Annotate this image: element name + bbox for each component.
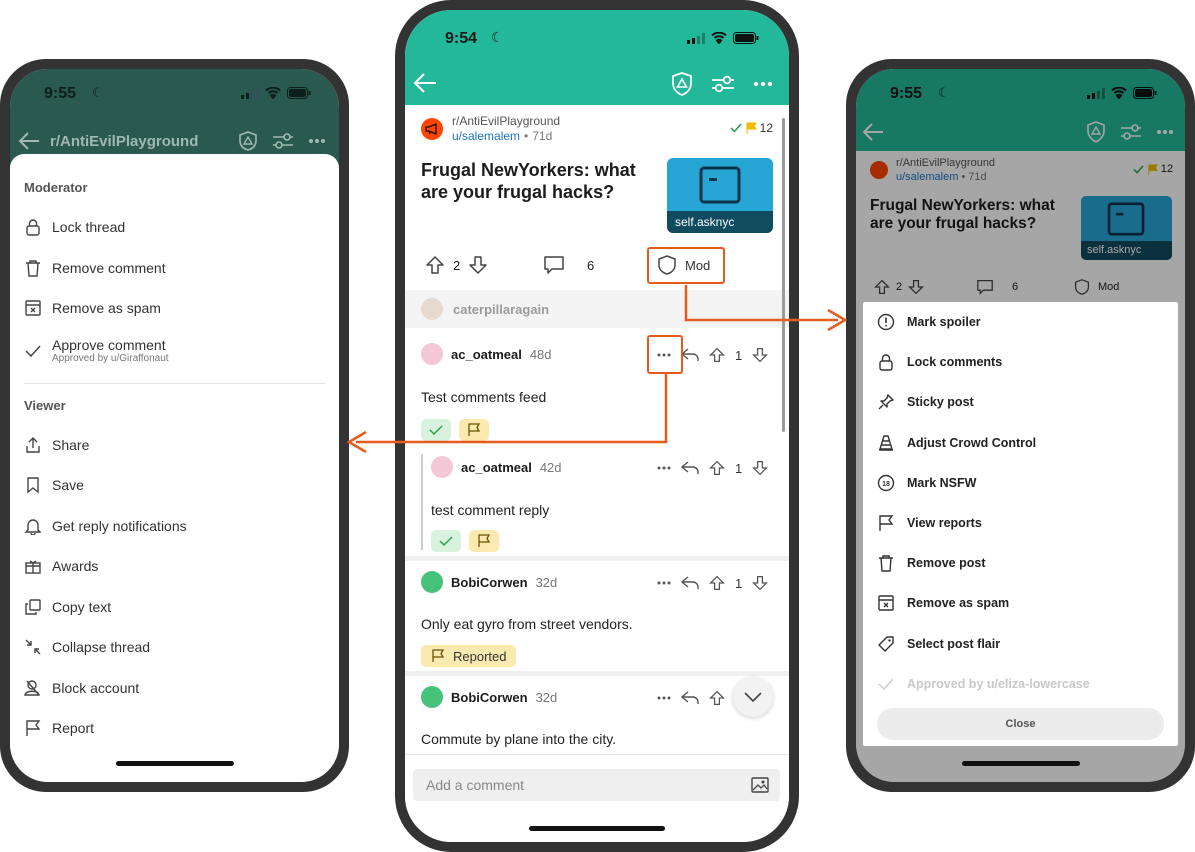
arrow-to-mod-menu	[684, 285, 838, 322]
annotation-arrows	[346, 285, 848, 454]
arrow-to-comment-menu	[356, 374, 668, 444]
